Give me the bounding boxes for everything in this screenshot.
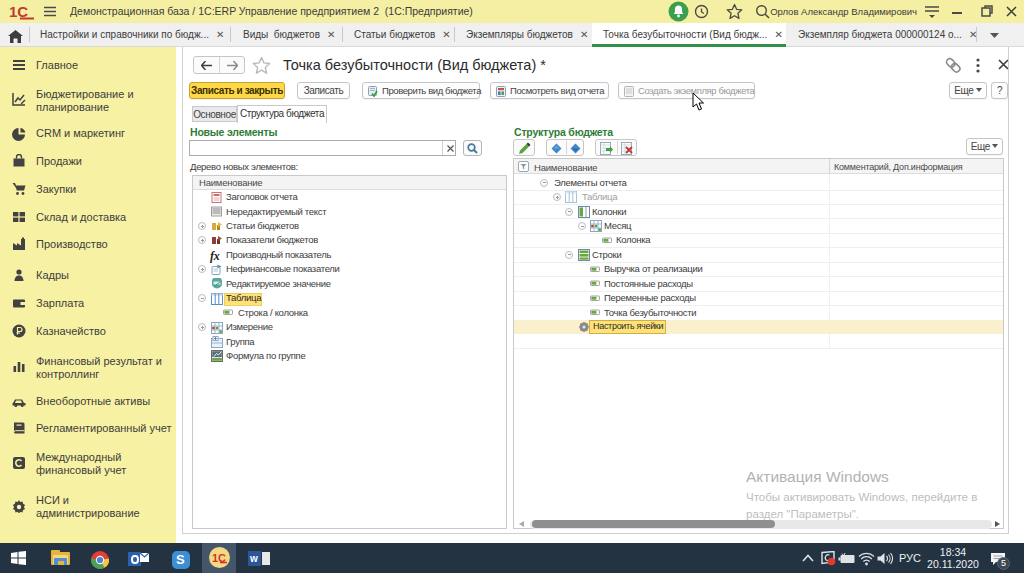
svg-text:1С: 1С bbox=[9, 3, 28, 20]
